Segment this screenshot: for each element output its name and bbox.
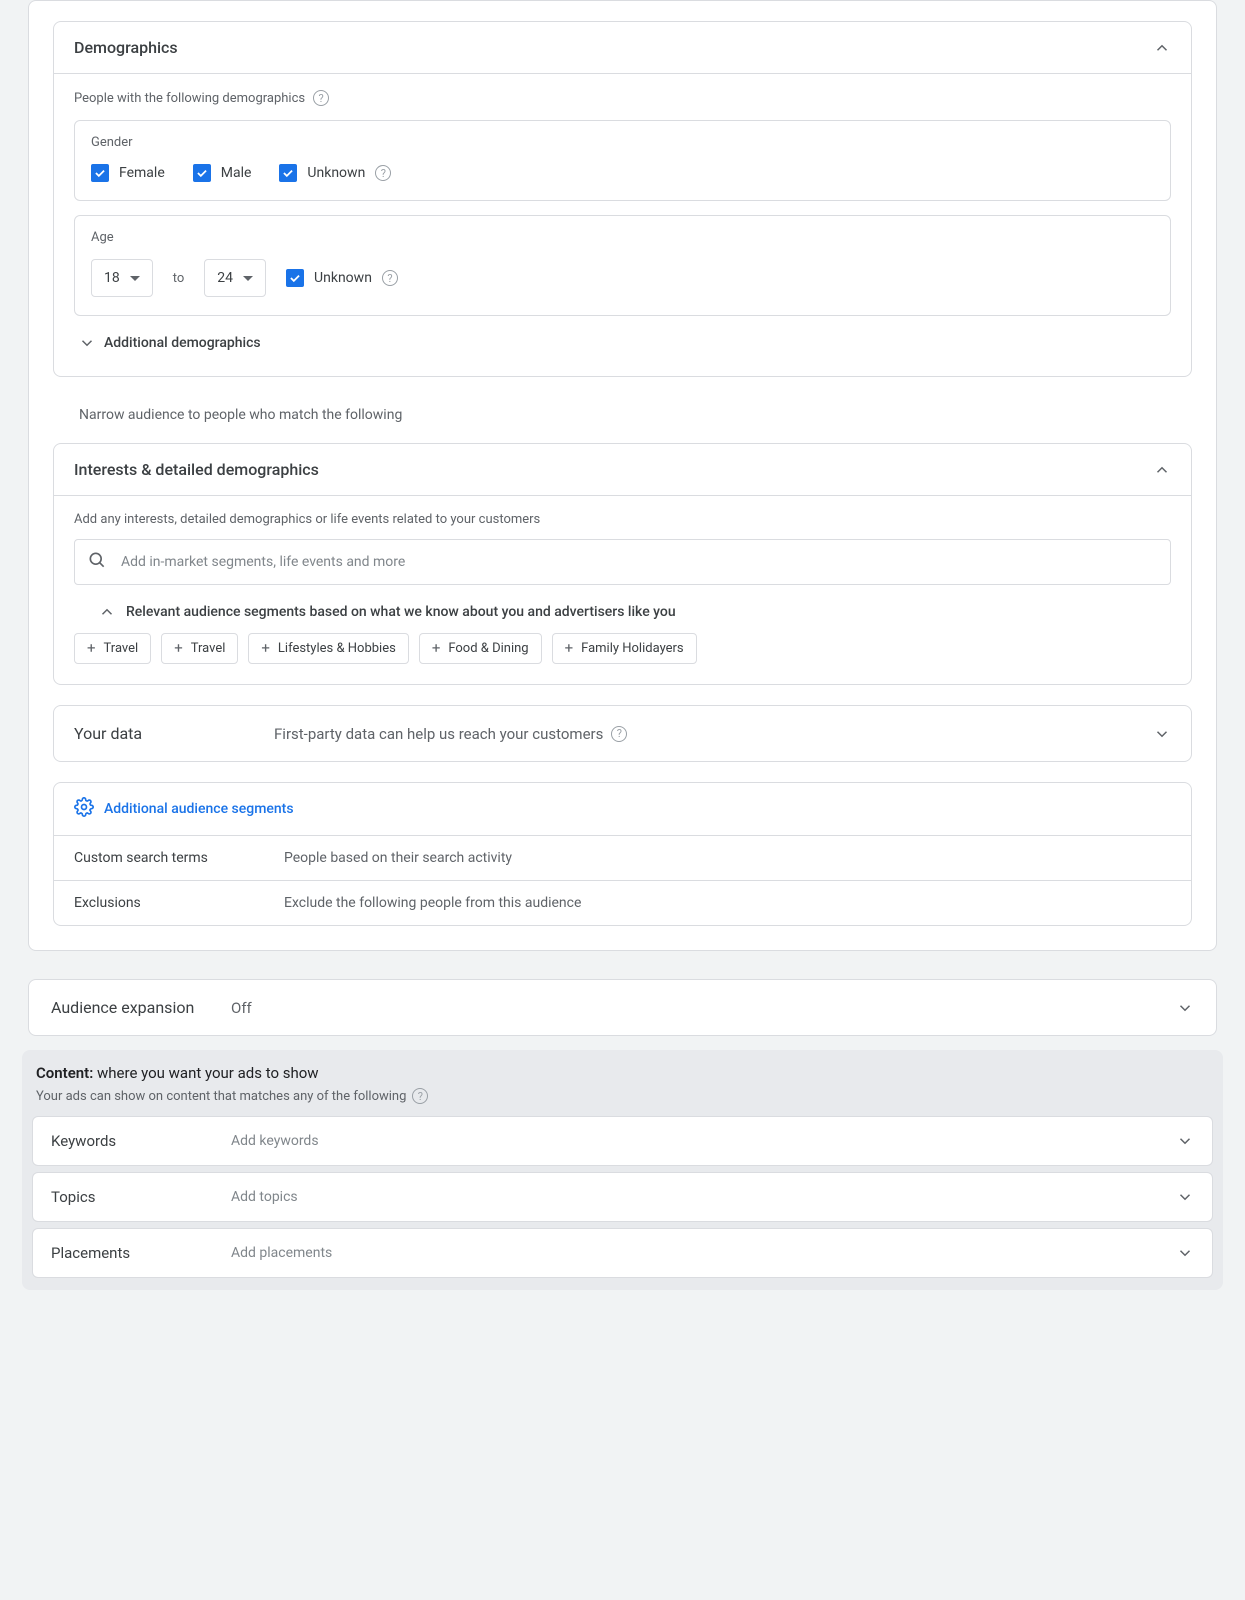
help-icon[interactable]: ?: [412, 1088, 428, 1104]
age-unknown-option[interactable]: Unknown ?: [286, 269, 398, 287]
keywords-placeholder: Add keywords: [231, 1133, 1176, 1149]
segment-chip[interactable]: + Travel: [74, 633, 151, 664]
chip-label: Travel: [191, 641, 226, 656]
gender-box: Gender Female Male Unknown: [74, 120, 1171, 201]
gear-icon: [74, 797, 94, 821]
gender-male-option[interactable]: Male: [193, 164, 252, 182]
your-data-section[interactable]: Your data First-party data can help us r…: [53, 705, 1192, 762]
segment-chip[interactable]: + Lifestyles & Hobbies: [248, 633, 408, 664]
age-label: Age: [91, 230, 1154, 245]
interests-section: Interests & detailed demographics Add an…: [53, 443, 1192, 685]
chevron-down-icon: [1176, 999, 1194, 1017]
help-icon[interactable]: ?: [375, 165, 391, 181]
age-to-label: to: [173, 271, 185, 286]
demographics-header[interactable]: Demographics: [54, 22, 1191, 73]
narrow-audience-label: Narrow audience to people who match the …: [79, 407, 1216, 423]
checkbox-checked-icon: [91, 164, 109, 182]
chevron-down-icon: [78, 334, 96, 352]
interests-search-box[interactable]: [74, 539, 1171, 585]
age-box: Age 18 to 24 Unknown: [74, 215, 1171, 316]
age-unknown-label: Unknown: [314, 270, 372, 286]
demographics-subtitle: People with the following demographics: [74, 91, 305, 106]
age-from-dropdown[interactable]: 18: [91, 259, 153, 297]
chevron-down-icon: [1153, 725, 1171, 743]
help-icon[interactable]: ?: [382, 270, 398, 286]
chevron-down-icon: [1176, 1188, 1194, 1206]
interests-title: Interests & detailed demographics: [74, 460, 319, 479]
audience-expansion-value: Off: [231, 999, 1176, 1017]
exclusions-label: Exclusions: [74, 895, 244, 911]
exclusions-desc: Exclude the following people from this a…: [284, 895, 581, 911]
age-from-value: 18: [104, 270, 120, 286]
segment-chip[interactable]: + Family Holidayers: [552, 633, 697, 664]
chip-label: Family Holidayers: [581, 641, 684, 656]
plus-icon: +: [432, 641, 441, 656]
topics-row[interactable]: Topics Add topics: [32, 1172, 1213, 1222]
demographics-section: Demographics People with the following d…: [53, 21, 1192, 377]
plus-icon: +: [261, 641, 270, 656]
custom-search-label: Custom search terms: [74, 850, 244, 866]
age-to-dropdown[interactable]: 24: [204, 259, 266, 297]
chevron-up-icon: [98, 603, 116, 621]
gender-label: Gender: [91, 135, 1154, 150]
audience-expansion-title: Audience expansion: [51, 998, 231, 1017]
help-icon[interactable]: ?: [313, 90, 329, 106]
your-data-desc: First-party data can help us reach your …: [274, 725, 603, 743]
placements-placeholder: Add placements: [231, 1245, 1176, 1261]
your-data-title: Your data: [74, 724, 194, 743]
checkbox-checked-icon: [279, 164, 297, 182]
dropdown-arrow-icon: [243, 276, 253, 281]
gender-female-label: Female: [119, 165, 165, 181]
chevron-down-icon: [1176, 1244, 1194, 1262]
content-title-bold: Content:: [36, 1064, 93, 1082]
keywords-row[interactable]: Keywords Add keywords: [32, 1116, 1213, 1166]
demographics-subtitle-row: People with the following demographics ?: [74, 90, 1171, 106]
placements-row[interactable]: Placements Add placements: [32, 1228, 1213, 1278]
additional-segments-section: Additional audience segments Custom sear…: [53, 782, 1192, 926]
segment-chip[interactable]: + Food & Dining: [419, 633, 542, 664]
plus-icon: +: [565, 641, 574, 656]
help-icon[interactable]: ?: [611, 726, 627, 742]
topics-label: Topics: [51, 1188, 231, 1206]
segments-title-text: Relevant audience segments based on what…: [126, 604, 676, 620]
chip-label: Travel: [104, 641, 139, 656]
gender-female-option[interactable]: Female: [91, 164, 165, 182]
chevron-up-icon: [1153, 461, 1171, 479]
segments-header[interactable]: Relevant audience segments based on what…: [98, 603, 1171, 621]
plus-icon: +: [174, 641, 183, 656]
chevron-down-icon: [1176, 1132, 1194, 1150]
content-title-rest: where you want your ads to show: [93, 1064, 318, 1082]
chip-label: Food & Dining: [448, 641, 528, 656]
exclusions-row[interactable]: Exclusions Exclude the following people …: [54, 880, 1191, 925]
topics-placeholder: Add topics: [231, 1189, 1176, 1205]
demographics-title: Demographics: [74, 38, 178, 57]
chevron-up-icon: [1153, 39, 1171, 57]
audience-expansion-row[interactable]: Audience expansion Off: [28, 979, 1217, 1036]
age-to-value: 24: [217, 270, 233, 286]
interests-header[interactable]: Interests & detailed demographics: [54, 444, 1191, 495]
gender-unknown-option[interactable]: Unknown ?: [279, 164, 391, 182]
dropdown-arrow-icon: [130, 276, 140, 281]
custom-search-desc: People based on their search activity: [284, 850, 512, 866]
gender-unknown-label: Unknown: [307, 165, 365, 181]
content-title: Content: where you want your ads to show: [36, 1064, 1209, 1082]
content-subtitle: Your ads can show on content that matche…: [36, 1089, 406, 1104]
chip-label: Lifestyles & Hobbies: [278, 641, 396, 656]
placements-label: Placements: [51, 1244, 231, 1262]
segment-chip[interactable]: + Travel: [161, 633, 238, 664]
additional-demographics-toggle[interactable]: Additional demographics: [78, 334, 1171, 352]
keywords-label: Keywords: [51, 1132, 231, 1150]
additional-segments-link[interactable]: Additional audience segments: [104, 801, 294, 817]
search-icon: [87, 550, 107, 574]
interests-search-input[interactable]: [119, 553, 1158, 571]
content-section: Content: where you want your ads to show…: [22, 1050, 1223, 1290]
plus-icon: +: [87, 641, 96, 656]
custom-search-terms-row[interactable]: Custom search terms People based on thei…: [54, 835, 1191, 880]
gender-male-label: Male: [221, 165, 252, 181]
checkbox-checked-icon: [286, 269, 304, 287]
checkbox-checked-icon: [193, 164, 211, 182]
segment-chips-row: + Travel + Travel + Lifestyles & Hobbies + F…: [74, 633, 1171, 664]
interests-subtitle: Add any interests, detailed demographics…: [74, 512, 1171, 527]
additional-demographics-label: Additional demographics: [104, 335, 261, 351]
